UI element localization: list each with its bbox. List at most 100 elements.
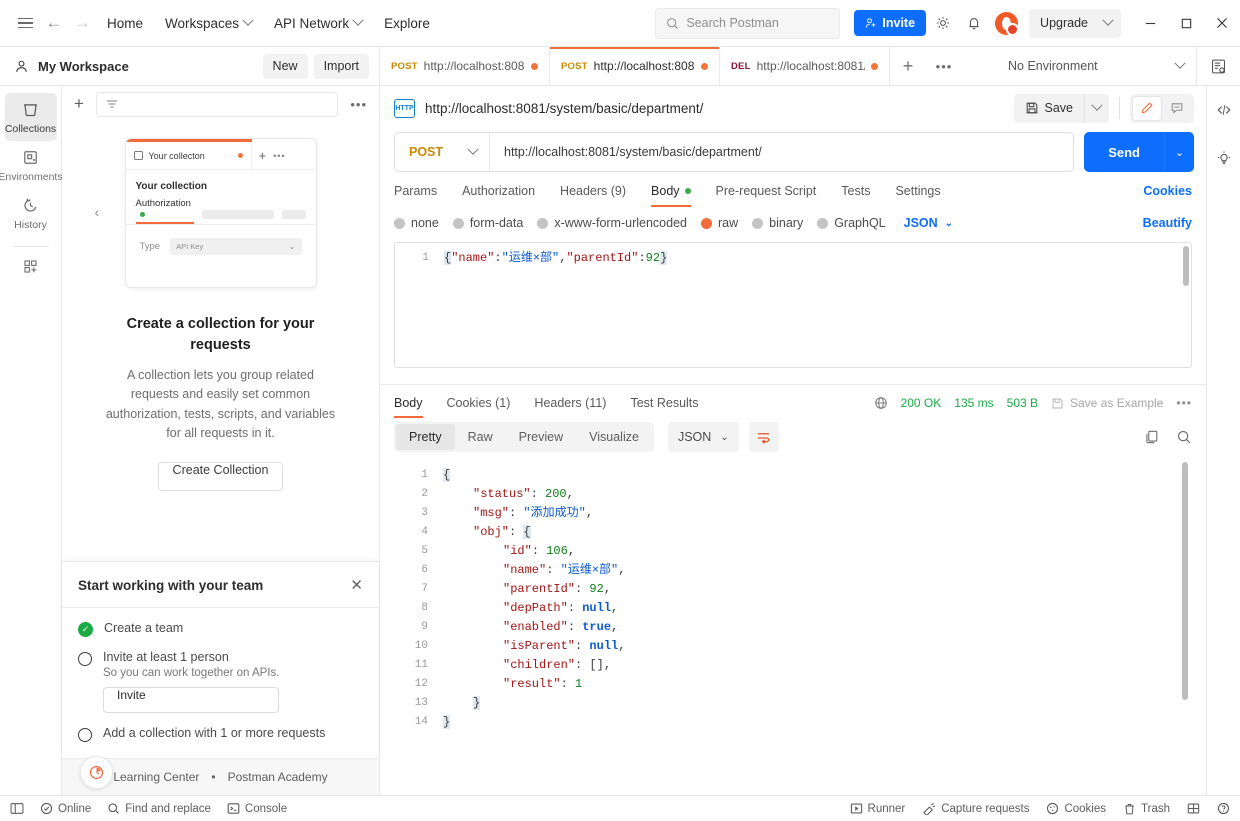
upgrade-button[interactable]: Upgrade [1029,8,1121,38]
sidebar-item-collections[interactable]: Collections [4,93,57,141]
tab-settings[interactable]: Settings [895,184,940,207]
back-arrow-icon[interactable]: ← [40,9,68,37]
response-format-selector[interactable]: JSON ⌄ [667,422,739,452]
body-format-selector[interactable]: JSON ⌄ [904,216,953,230]
sidebar-item-environments[interactable]: Environments [0,141,63,189]
find-and-replace-button[interactable]: Find and replace [107,802,211,815]
body-option-form-data[interactable]: form-data [452,216,523,230]
sidebar-more-button[interactable]: ••• [347,97,370,112]
tabs-more-button[interactable]: ••• [926,47,962,85]
code-snippet-button[interactable] [1211,97,1237,123]
response-tab-test-results[interactable]: Test Results [630,396,698,418]
sidebar-collapse-chevron-icon[interactable]: ‹ [95,204,100,220]
forward-arrow-icon[interactable]: → [68,9,96,37]
new-tab-button[interactable]: + [890,47,926,85]
team-invite-button[interactable]: Invite [103,687,280,713]
sidebar-filter-input[interactable] [95,91,339,117]
team-task-add-collection[interactable]: Add a collection with 1 or more requests [78,726,363,742]
avatar[interactable] [995,11,1020,36]
request-tab-2[interactable]: POST http://localhost:8081 [550,47,720,85]
right-rail [1206,86,1240,795]
trash-button[interactable]: Trash [1123,802,1170,815]
nav-workspaces[interactable]: Workspaces [154,8,263,38]
environment-quick-look-button[interactable] [1196,47,1240,85]
response-view-pretty[interactable]: Pretty [396,424,455,450]
onboarding-progress-button[interactable] [80,756,113,789]
create-collection-button[interactable]: Create Collection [157,461,284,491]
send-dropdown-button[interactable]: ⌄ [1164,132,1194,172]
edit-mode-button[interactable] [1132,95,1162,121]
postbot-button[interactable] [1211,145,1237,171]
response-scrollbar[interactable] [1182,462,1188,700]
request-tab-3[interactable]: DEL http://localhost:8081/s [720,47,890,85]
minimize-icon[interactable] [1132,4,1168,42]
response-view-raw[interactable]: Raw [455,424,506,450]
tab-params[interactable]: Params [394,184,437,207]
request-body-code[interactable]: {"name":"运维×部","parentId":92} [437,243,1191,367]
response-body-viewer[interactable]: 1 2 3 4 5 6 7 8 9 10 11 12 13 14 {"status": 200, "msg"… [394,460,1192,795]
request-body-scrollbar[interactable] [1183,246,1189,286]
save-dropdown-button[interactable] [1084,93,1109,123]
notifications-button[interactable] [960,9,988,37]
response-tab-cookies[interactable]: Cookies (1) [447,396,511,418]
save-as-example-button[interactable]: Save as Example [1051,396,1163,410]
sidebar-item-history[interactable]: History [5,189,57,237]
layout-button[interactable] [1187,802,1200,815]
tab-authorization[interactable]: Authorization [462,184,535,207]
body-option-none[interactable]: none [394,216,439,230]
postman-academy-link[interactable]: Postman Academy [228,770,328,784]
learning-center-link[interactable]: Learning Center [113,770,199,784]
import-button[interactable]: Import [313,53,369,79]
search-input[interactable]: Search Postman [655,7,841,39]
tab-headers[interactable]: Headers (9) [560,184,626,207]
request-tab-1[interactable]: POST http://localhost:8081, [380,47,550,85]
response-tab-headers[interactable]: Headers (11) [534,396,606,418]
sidebar-item-add-module[interactable] [5,251,57,281]
team-task-invite-person[interactable]: Invite at least 1 person So you can work… [78,650,363,713]
team-task-create-team[interactable]: ✓ Create a team [78,621,363,637]
environment-selector[interactable]: No Environment [996,47,1196,85]
tab-body[interactable]: Body [651,184,691,207]
help-button[interactable] [1217,802,1230,815]
request-body-editor[interactable]: 1 {"name":"运维×部","parentId":92} [394,242,1192,368]
nav-api-network[interactable]: API Network [263,8,373,38]
wrap-lines-button[interactable] [748,422,779,452]
tab-pre-request-script[interactable]: Pre-request Script [716,184,817,207]
response-view-preview[interactable]: Preview [506,424,576,450]
body-option-raw[interactable]: raw [701,216,738,230]
maximize-icon[interactable] [1168,4,1204,42]
search-response-button[interactable] [1176,429,1192,445]
beautify-button[interactable]: Beautify [1143,216,1192,230]
copy-button[interactable] [1144,429,1160,445]
send-button[interactable]: Send [1084,132,1164,172]
status-online[interactable]: Online [40,802,91,815]
response-more-button[interactable]: ••• [1176,396,1192,410]
cookies-link[interactable]: Cookies [1143,184,1192,207]
comment-mode-button[interactable] [1162,96,1192,121]
body-option-x-www-form-urlencoded[interactable]: x-www-form-urlencoded [537,216,687,230]
nav-home[interactable]: Home [96,8,154,38]
response-view-visualize[interactable]: Visualize [576,424,652,450]
close-icon[interactable]: ✕ [350,576,363,594]
body-option-binary[interactable]: binary [752,216,803,230]
runner-button[interactable]: Runner [850,802,905,815]
body-option-graphql[interactable]: GraphQL [817,216,886,230]
settings-button[interactable] [929,9,957,37]
capture-requests-button[interactable]: Capture requests [922,802,1029,815]
close-icon[interactable] [1204,4,1240,42]
new-button[interactable]: New [262,53,308,79]
invite-button[interactable]: Invite [854,10,927,36]
url-input[interactable] [490,133,1074,171]
hamburger-icon[interactable] [10,8,40,38]
tab-tests[interactable]: Tests [841,184,870,207]
method-selector[interactable]: POST [395,133,490,171]
line-number: 6 [421,564,428,576]
cookies-button[interactable]: Cookies [1046,802,1106,815]
sidebar-add-button[interactable]: + [71,94,87,114]
console-button[interactable]: Console [227,802,287,815]
response-tab-body[interactable]: Body [394,396,423,418]
sidebar-toggle-button[interactable] [10,802,24,815]
response-code[interactable]: {"status": 200, "msg": "添加成功", "obj": {"id… [436,460,1192,795]
save-button[interactable]: Save [1013,93,1084,123]
nav-explore[interactable]: Explore [373,8,441,38]
